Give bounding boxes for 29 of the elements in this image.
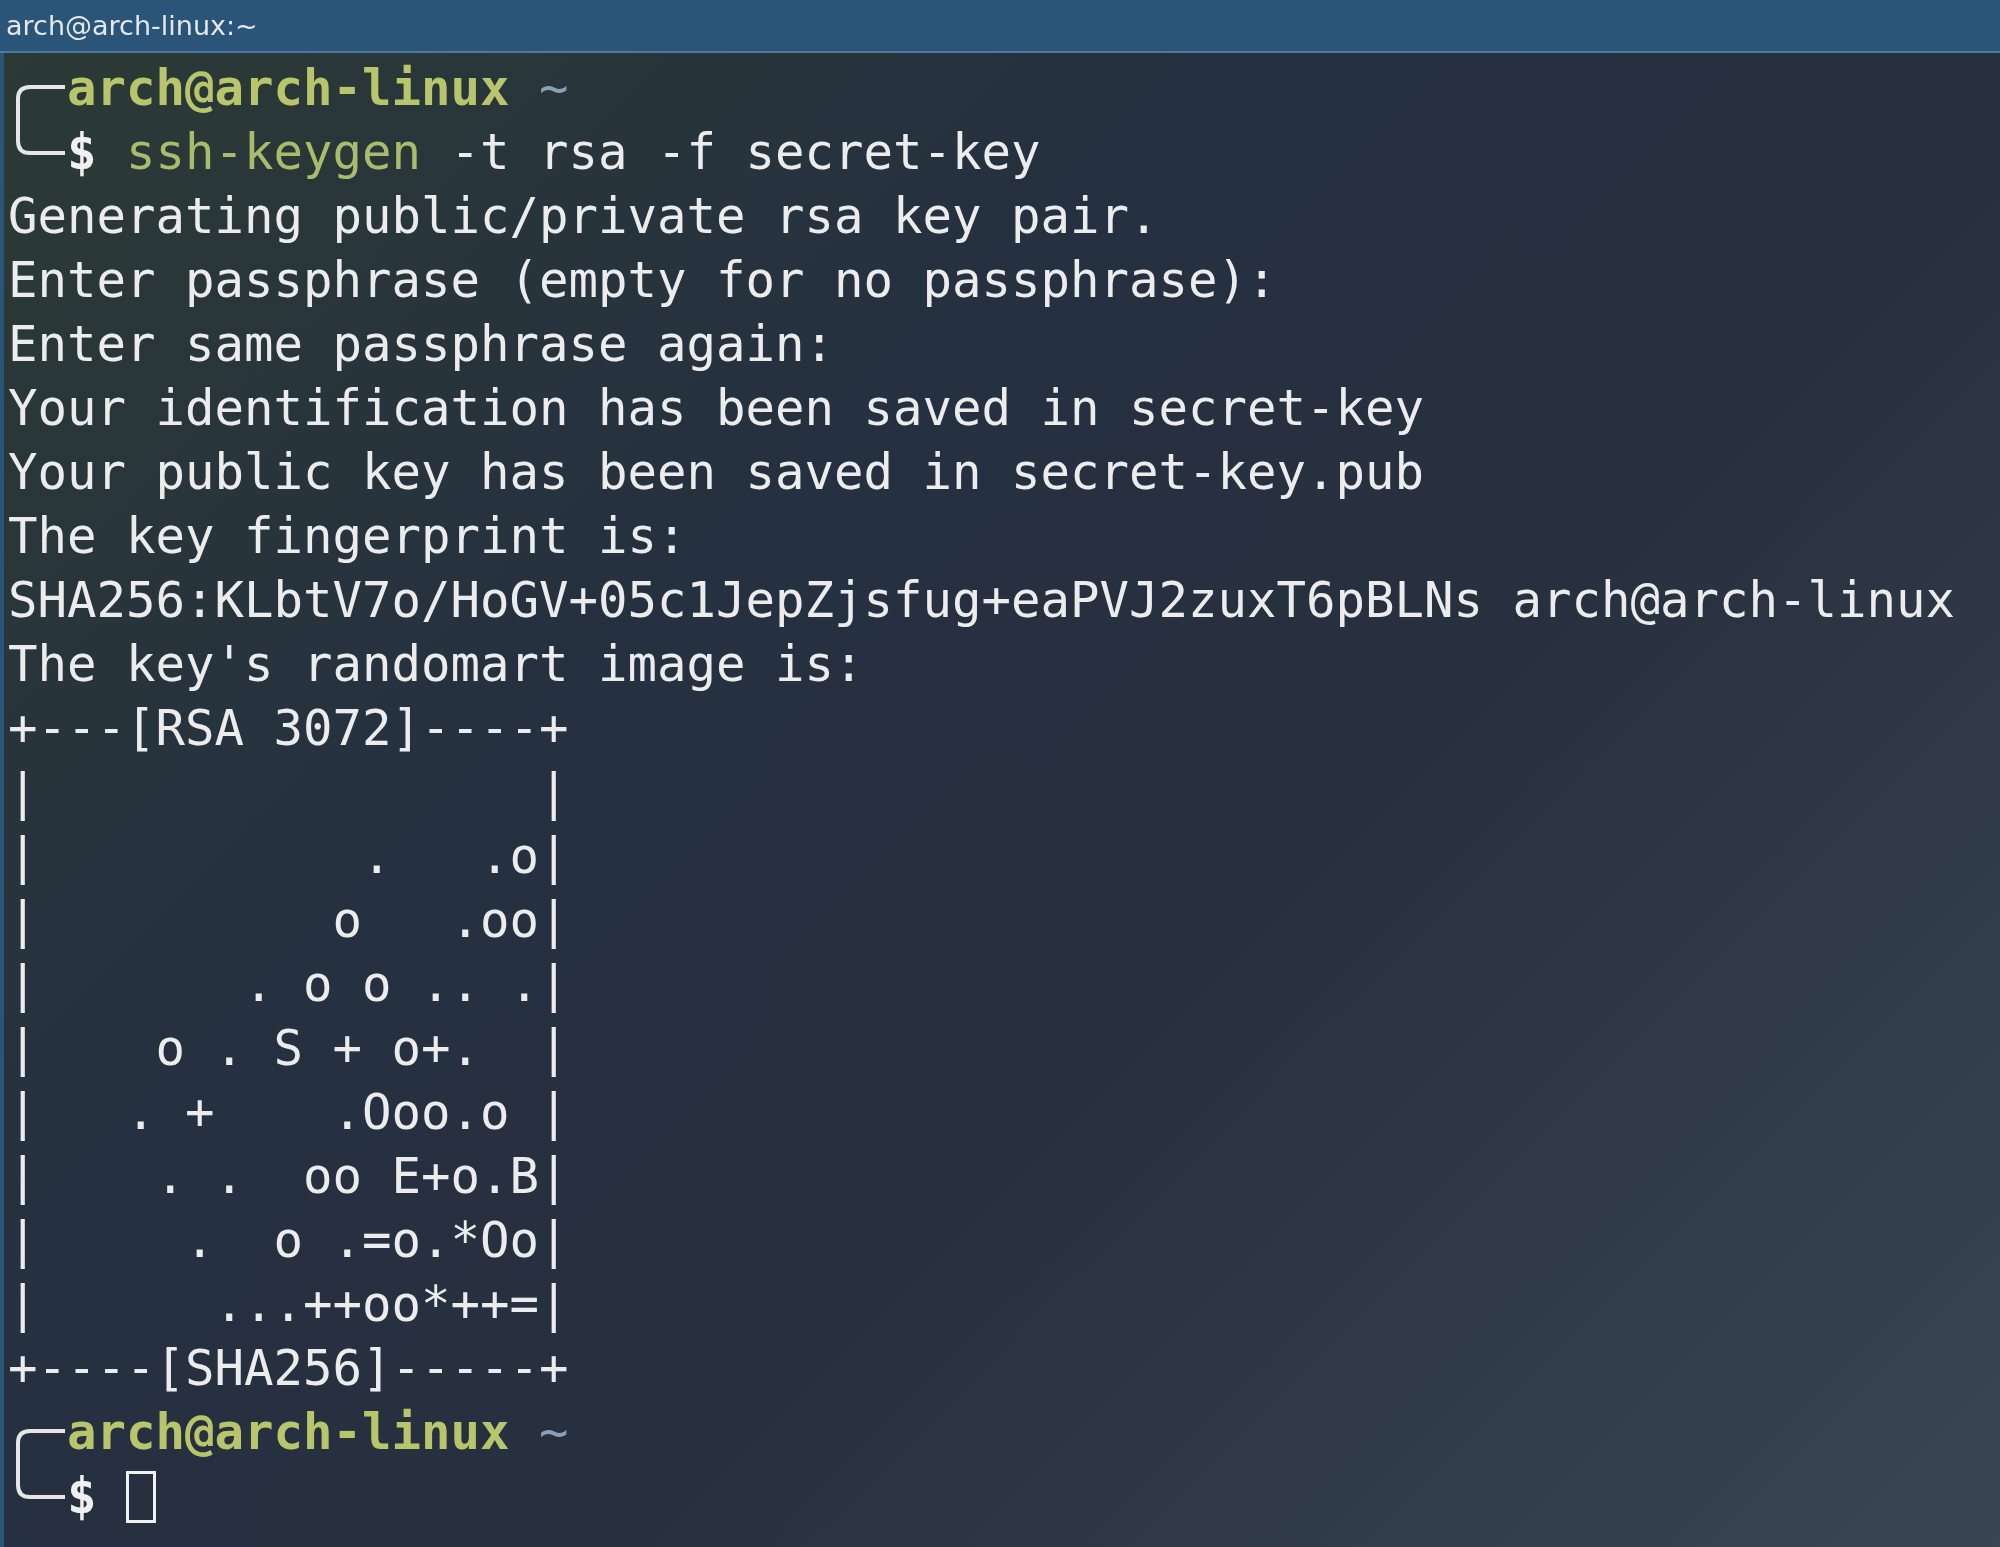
randomart-line: +---[RSA 3072]----+ xyxy=(8,700,569,757)
prompt-user-host: arch@arch-linux xyxy=(67,1403,510,1463)
output-line: Your identification has been saved in secret-key xyxy=(8,380,1425,437)
randomart-line: | . o o .. .| xyxy=(8,956,569,1013)
randomart-line: | | xyxy=(8,764,569,821)
output-line: The key's randomart image is: xyxy=(8,636,864,693)
prompt-directory: ~ xyxy=(539,1403,569,1463)
randomart-line: | . .o| xyxy=(8,828,569,885)
randomart-line: | . o .=o.*Oo| xyxy=(8,1212,569,1269)
command-arguments: -t rsa -f secret-key xyxy=(450,123,1041,183)
randomart-line: | . + .Ooo.o | xyxy=(8,1084,569,1141)
output-line: Enter same passphrase again: xyxy=(8,316,834,373)
output-line: SHA256:KLbtV7o/HoGV+05c1JepZjsfug+eaPVJ2zuxT6pBLNs arch@arch-linux xyxy=(8,572,1956,629)
output-line: Generating public/private rsa key pair. xyxy=(8,188,1159,245)
prompt-symbol: $ xyxy=(67,1467,97,1527)
window-title: arch@arch-linux:~ xyxy=(6,10,258,41)
output-line: The key fingerprint is: xyxy=(8,508,687,565)
randomart-line: | o . S + o+. | xyxy=(8,1020,569,1077)
output-line: Your public key has been saved in secret-key.pub xyxy=(8,444,1425,501)
command-name: ssh-keygen xyxy=(126,123,422,183)
randomart-line: | ...++oo*++=| xyxy=(8,1276,569,1333)
prompt-user-host: arch@arch-linux xyxy=(67,59,510,119)
prompt-directory: ~ xyxy=(539,59,569,119)
randomart-line: | . . oo E+o.B| xyxy=(8,1148,569,1205)
text-cursor xyxy=(126,1471,156,1523)
output-line: Enter passphrase (empty for no passphrase): xyxy=(8,252,1277,309)
prompt-symbol: $ xyxy=(67,123,97,183)
randomart-line: +----[SHA256]-----+ xyxy=(8,1340,569,1397)
randomart-line: | o .oo| xyxy=(8,892,569,949)
